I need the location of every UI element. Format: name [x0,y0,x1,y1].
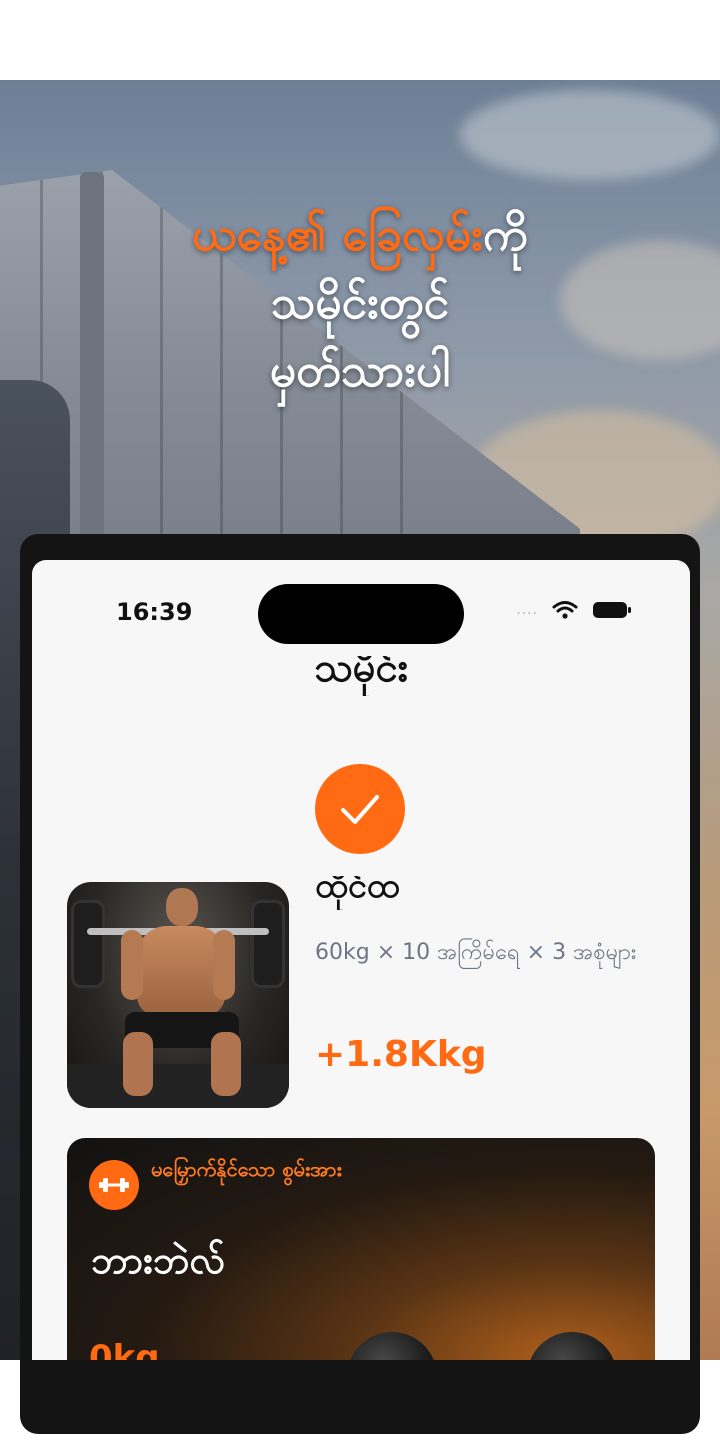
cloud [460,90,720,180]
squat-photo [67,882,289,1108]
exercise-gain: +1.8Kkg [315,1034,487,1075]
screen-title: သမိုင်း [314,656,408,691]
completed-check-badge [315,764,405,854]
headline: ယနေ့၏ ခြေလှမ်းကို သမိုင်းတွင် မှတ်သားပါ [0,200,720,404]
card-title: ဘားဘဲလ် [91,1238,226,1282]
battery-icon [593,602,631,618]
signal-dots: .... [516,602,538,618]
unbeatable-strength-card[interactable]: မမြှောက်နိုင်သော စွမ်းအား ဘားဘဲလ် 0kg [67,1138,655,1360]
wifi-icon [552,601,578,619]
checkmark-icon [341,795,379,824]
headline-highlight: ယနေ့၏ ခြေလှမ်း [192,207,483,261]
exercise-name: ထိုင်ထ [315,876,400,906]
page: ယနေ့၏ ခြေလှမ်းကို သမိုင်းတွင် မှတ်သားပါ … [0,0,720,1440]
card-label: မမြှောက်နိုင်သော စွမ်းအား [151,1157,342,1181]
status-time: 16:39 [116,598,193,626]
status-icons: .... [516,600,632,620]
dynamic-island [258,584,464,644]
headline-line1-rest: ကို [482,207,528,261]
weight-plate-image [347,1332,437,1360]
headline-line3: မှတ်သားပါ [269,343,451,397]
headline-line1: ယနေ့၏ ခြေလှမ်းကို [0,200,720,268]
card-value: 0kg [89,1338,160,1360]
exercise-detail: 60kg × 10 အကြိမ်ရေ × 3 အစုံများ [315,940,637,965]
weight-plate-image [527,1332,617,1360]
phone-screen: 16:39 .... သမိုင်း ထိုင်ထ 60kg × 10 အကြိ… [32,560,690,1360]
dumbbell-icon [89,1160,139,1210]
headline-line2: သမိုင်းတွင် [270,275,450,329]
